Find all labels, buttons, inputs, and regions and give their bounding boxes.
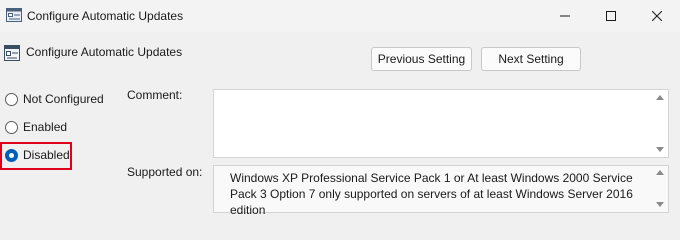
comment-label: Comment: <box>127 88 183 102</box>
minimize-button[interactable] <box>542 0 588 32</box>
policy-settings-icon <box>6 8 22 22</box>
minimize-icon <box>560 15 570 17</box>
supported-scroll-down-icon[interactable] <box>656 202 664 207</box>
comment-scroll-up-icon[interactable] <box>656 95 664 100</box>
radio-label-enabled: Enabled <box>23 120 68 134</box>
policy-setting-icon <box>4 45 20 61</box>
comment-field[interactable] <box>213 89 669 158</box>
title-bar: Configure Automatic Updates <box>0 0 680 32</box>
comment-scroll-down-icon[interactable] <box>656 147 664 152</box>
window-title: Configure Automatic Updates <box>27 9 184 23</box>
selection-highlight-box <box>0 142 72 170</box>
supported-on-field: Windows XP Professional Service Pack 1 o… <box>213 165 669 217</box>
radio-label-not-configured: Not Configured <box>23 92 104 106</box>
supported-on-label: Supported on: <box>127 165 203 179</box>
dialog-body: Configure Automatic Updates Previous Set… <box>0 32 680 221</box>
supported-scroll-up-icon[interactable] <box>656 170 664 175</box>
close-icon <box>652 11 662 21</box>
radio-circle[interactable] <box>5 120 18 134</box>
radio-not-configured[interactable]: Not Configured <box>5 92 104 106</box>
maximize-button[interactable] <box>588 0 634 32</box>
radio-circle[interactable] <box>5 92 18 106</box>
radio-enabled[interactable]: Enabled <box>5 120 67 134</box>
policy-name: Configure Automatic Updates <box>26 45 183 59</box>
next-setting-button[interactable]: Next Setting <box>481 47 581 71</box>
close-button[interactable] <box>634 0 680 32</box>
previous-setting-button[interactable]: Previous Setting <box>371 47 472 71</box>
maximize-icon <box>606 11 616 21</box>
